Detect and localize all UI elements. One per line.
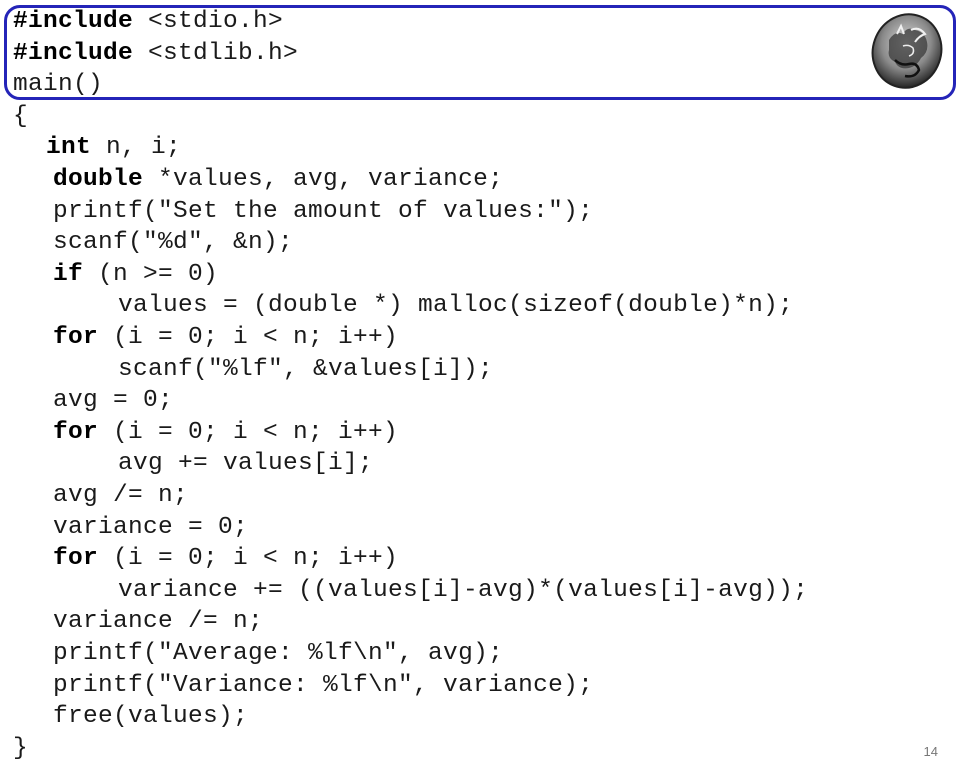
code-text: (i = 0; i < n; i++) [98, 418, 399, 446]
code-text: variance += ((values[i]-avg)*(values[i]-… [118, 576, 809, 604]
code-line: variance += ((values[i]-avg)*(values[i]-… [118, 575, 808, 607]
code-line: } [13, 733, 28, 765]
code-text: (n >= 0) [83, 260, 219, 288]
code-line: avg /= n; [53, 480, 188, 512]
code-text: *values, avg, variance; [143, 166, 504, 193]
code-keyword: for [53, 324, 99, 351]
code-text: printf("Variance: %lf\n", variance); [53, 671, 594, 699]
code-line: free(values); [53, 701, 248, 733]
code-line: { [13, 101, 28, 133]
code-text: values = (double *) malloc(sizeof(double… [118, 292, 794, 320]
code-line: for (i = 0; i < n; i++) [53, 543, 398, 575]
code-text: scanf("%lf", &values[i]); [118, 355, 494, 383]
code-keyword: #include [13, 39, 134, 67]
code-line: values = (double *) malloc(sizeof(double… [118, 290, 793, 322]
code-text: printf("Average: %lf\n", avg); [53, 640, 504, 667]
code-line: for (i = 0; i < n; i++) [53, 417, 398, 449]
code-line: if (n >= 0) [53, 259, 218, 291]
code-keyword: int [46, 134, 92, 162]
code-line: variance = 0; [53, 512, 248, 544]
code-keyword: if [53, 260, 84, 288]
code-line: double *values, avg, variance; [53, 164, 503, 196]
code-text: variance = 0; [53, 513, 249, 541]
code-text: <stdlib.h> [133, 39, 299, 67]
university-logo-icon [867, 10, 947, 92]
code-line: avg = 0; [53, 385, 173, 417]
code-line: #include <stdlib.h> [13, 38, 298, 70]
code-text: <stdio.h> [133, 8, 284, 35]
code-text: main() [13, 71, 104, 99]
code-line: printf("Average: %lf\n", avg); [53, 638, 503, 670]
code-line: avg += values[i]; [118, 448, 373, 480]
code-text: } [13, 734, 29, 762]
page-number: 14 [923, 744, 938, 759]
code-text: { [13, 102, 29, 130]
code-text: (i = 0; i < n; i++) [98, 324, 399, 351]
code-line: printf("Set the amount of values:"); [53, 196, 593, 228]
code-line: main() [13, 69, 103, 101]
code-line: int n, i; [46, 132, 181, 164]
code-line: for (i = 0; i < n; i++) [53, 322, 398, 354]
code-keyword: for [53, 418, 99, 446]
code-line: #include <stdio.h> [13, 6, 283, 38]
code-keyword: #include [13, 8, 134, 35]
code-text: avg += values[i]; [118, 450, 374, 478]
code-line: printf("Variance: %lf\n", variance); [53, 670, 593, 702]
code-line: scanf("%d", &n); [53, 227, 293, 259]
code-line: variance /= n; [53, 606, 263, 638]
code-text: avg /= n; [53, 482, 189, 509]
code-keyword: double [53, 166, 144, 193]
code-text: scanf("%d", &n); [53, 229, 294, 257]
code-text: free(values); [53, 703, 249, 731]
code-keyword: for [53, 545, 99, 573]
code-text: avg = 0; [53, 387, 174, 415]
code-text: variance /= n; [53, 608, 264, 636]
code-line: scanf("%lf", &values[i]); [118, 354, 493, 386]
code-text: n, i; [91, 134, 182, 162]
code-text: printf("Set the amount of values:"); [53, 197, 594, 225]
code-text: (i = 0; i < n; i++) [98, 545, 399, 573]
